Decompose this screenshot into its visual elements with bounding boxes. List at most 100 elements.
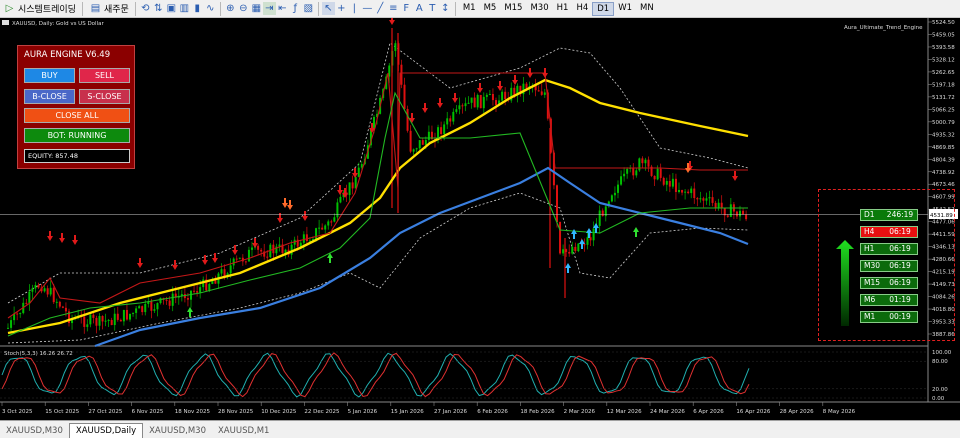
buy-button[interactable]: BUY: [24, 68, 75, 83]
timeframe-m30[interactable]: M30: [526, 2, 552, 16]
crosshair-icon[interactable]: +: [335, 2, 348, 15]
vertical-line-icon[interactable]: |: [348, 2, 361, 15]
history-icon[interactable]: ⟲: [139, 2, 152, 15]
candle-body: [330, 221, 333, 223]
mtf-countdown: 01:19: [889, 295, 911, 304]
horizontal-line-icon[interactable]: —: [361, 2, 374, 15]
candle-body: [290, 244, 293, 255]
label-icon[interactable]: T: [426, 2, 439, 15]
price-chart[interactable]: 5524.50 5459.05 5393.58 5328.12 5262.65 5197.…: [0, 18, 960, 420]
candle-body: [653, 175, 656, 180]
candle-body: [64, 307, 67, 312]
chart-tab[interactable]: XAUUSD,M1: [212, 424, 275, 438]
candle-body: [711, 197, 714, 203]
trendline-icon[interactable]: ╱: [374, 2, 387, 15]
bar-chart-icon[interactable]: ▥: [178, 2, 191, 15]
sell-close-button[interactable]: S-CLOSE: [79, 89, 130, 104]
timeframe-d1[interactable]: D1: [592, 1, 615, 16]
indicator-label: Aura_Ultimate_Trend_Engine: [844, 25, 923, 31]
chart-tab[interactable]: XAUUSD,M30: [143, 424, 212, 438]
templates-icon[interactable]: ▧: [302, 2, 315, 15]
channel-icon[interactable]: ≡: [387, 2, 400, 15]
timeframe-mn[interactable]: MN: [636, 2, 658, 16]
timeframe-h1[interactable]: H1: [553, 2, 573, 16]
candle-body: [455, 109, 458, 112]
buy-close-button[interactable]: B-CLOSE: [24, 89, 75, 104]
bot-status-button[interactable]: BOT: RUNNING: [24, 128, 130, 143]
candle-body: [556, 185, 558, 223]
fibonacci-icon[interactable]: F: [400, 2, 413, 15]
text-icon[interactable]: A: [413, 2, 426, 15]
candle-body: [583, 244, 586, 246]
candle-body: [577, 243, 580, 252]
tile-windows-icon[interactable]: ▦: [250, 2, 263, 15]
timeframe-bar: M1 M5 M15 M30 H1 H4 D1 W1 MN: [459, 1, 658, 16]
cursor-icon[interactable]: ↖: [321, 2, 335, 15]
candle-body: [138, 306, 141, 309]
candle-body: [83, 316, 86, 327]
timeframe-h4[interactable]: H4: [572, 2, 592, 16]
zoom-out-icon[interactable]: ⊖: [237, 2, 250, 15]
candle-body: [659, 168, 662, 178]
chart-window-icon: [2, 20, 9, 25]
candle-body: [7, 327, 9, 329]
candle-body: [113, 313, 116, 326]
candle-body: [171, 293, 174, 306]
trade-icon[interactable]: ⇅: [152, 2, 165, 15]
candle-body: [729, 204, 732, 217]
buy-signal-arrow: [565, 263, 571, 273]
stochastic-oscillator: [1, 352, 750, 398]
chart-tab[interactable]: XAUUSD,Daily: [68, 423, 144, 438]
candle-body: [702, 198, 705, 201]
chart-shift-icon[interactable]: ⇤: [276, 2, 289, 15]
chart-tab[interactable]: XAUUSD,M30: [0, 424, 69, 438]
candle-body: [327, 221, 330, 226]
aura-engine-panel: AURA ENGINE V6.49 BUY SELL B-CLOSE S-CLO…: [17, 45, 135, 169]
sell-button[interactable]: SELL: [79, 68, 130, 83]
mtf-countdown: 06:19: [889, 227, 911, 236]
candle-body: [638, 158, 641, 171]
candle-chart-icon[interactable]: ▮: [191, 2, 204, 15]
zoom-in-icon[interactable]: ⊕: [224, 2, 237, 15]
timeframe-m1[interactable]: M1: [459, 2, 480, 16]
mtf-countdown: 06:19: [889, 261, 911, 270]
timeframe-m15[interactable]: M15: [500, 2, 526, 16]
candle-body: [229, 265, 232, 274]
candle-body: [525, 83, 528, 89]
candle-body: [339, 196, 342, 203]
timeframe-m5[interactable]: M5: [480, 2, 501, 16]
candle-body: [464, 103, 467, 107]
mtf-timeframe: M15: [864, 278, 881, 287]
auto-trading-button[interactable]: ▷ 시스템트레이딩: [0, 1, 79, 17]
candle-body: [116, 313, 119, 320]
stoch-tick-label: 20.00: [932, 387, 948, 393]
candle-body: [726, 215, 729, 217]
arrows-icon[interactable]: ↕: [439, 2, 452, 15]
new-order-button[interactable]: ▤ 새주문: [86, 1, 132, 17]
auto-scroll-icon[interactable]: ⇥: [262, 2, 276, 15]
line-chart-icon[interactable]: ∿: [204, 2, 217, 15]
close-all-button[interactable]: CLOSE ALL: [24, 108, 130, 123]
mtf-timeframe: H1: [864, 244, 875, 253]
candle-body: [690, 188, 693, 194]
price-tick-label: 4673.46: [932, 182, 955, 188]
date-tick-label: 18 Feb 2026: [520, 409, 555, 415]
panel-title: AURA ENGINE V6.49: [24, 50, 111, 60]
chart-window-icon[interactable]: ▣: [165, 2, 178, 15]
candle-body: [159, 297, 162, 304]
date-tick-label: 27 Jan 2026: [434, 409, 467, 415]
candle-body: [220, 269, 223, 274]
candle-body: [235, 258, 238, 260]
candle-body: [488, 93, 491, 95]
candle-body: [153, 309, 156, 311]
buy-signal-arrow: [633, 227, 639, 237]
date-tick-label: 24 Mar 2026: [650, 409, 685, 415]
timeframe-w1[interactable]: W1: [614, 2, 636, 16]
mtf-countdown: 246:19: [886, 210, 914, 219]
candle-body: [10, 320, 13, 328]
time-scale[interactable]: 3 Oct 2025 15 Oct 2025 27 Oct 2025 6 Nov 20…: [1, 402, 856, 415]
date-tick-label: 22 Dec 2025: [304, 409, 340, 415]
candle-body: [251, 247, 253, 250]
indicators-icon[interactable]: ƒ: [289, 2, 302, 15]
toolbar-separator: [134, 1, 136, 16]
